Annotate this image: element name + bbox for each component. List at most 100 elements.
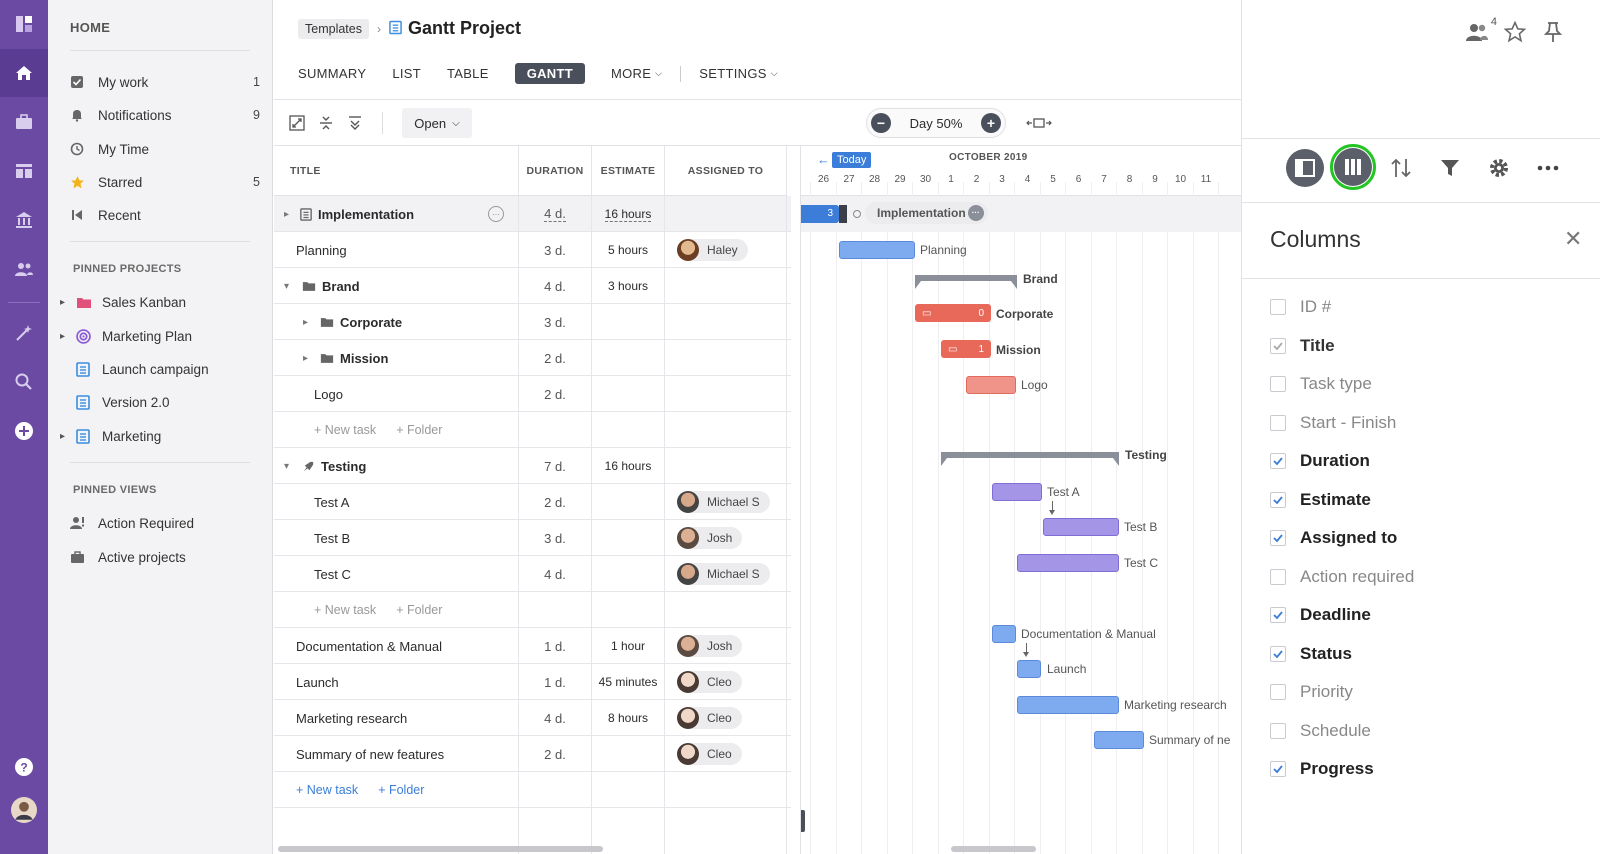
tab-more[interactable]: MORE ⌵ (611, 66, 662, 81)
task-duration[interactable]: 4 d. (519, 700, 592, 736)
task-duration[interactable]: 3 d. (519, 232, 592, 268)
arrow-left-icon[interactable]: ← (817, 152, 830, 167)
new-task-button[interactable]: + New task (296, 783, 358, 797)
sidebar-item-my-time[interactable]: My Time (70, 135, 260, 163)
task-estimate[interactable]: 5 hours (592, 232, 665, 268)
gantt-bar-test-a[interactable] (992, 483, 1042, 501)
chevron-right-icon[interactable]: ▸ (60, 331, 74, 342)
user-avatar[interactable] (0, 786, 48, 834)
table-row[interactable]: Planning 3 d. 5 hours Haley (274, 232, 791, 268)
chevron-right-icon[interactable]: ▸ (303, 353, 308, 364)
table-row[interactable]: Test A 2 d. Michael S (274, 484, 791, 520)
task-title[interactable]: Testing (321, 459, 366, 474)
checkbox-icon[interactable] (1270, 299, 1286, 315)
task-estimate[interactable] (592, 520, 665, 556)
column-option[interactable]: Deadline (1270, 605, 1371, 625)
sidebar-home-heading[interactable]: HOME (70, 20, 110, 35)
add-icon[interactable] (0, 407, 48, 455)
users-icon[interactable] (0, 245, 48, 293)
table-row[interactable]: Summary of new features 2 d. Cleo (274, 736, 791, 772)
gear-icon[interactable] (1479, 148, 1519, 188)
task-estimate[interactable] (592, 556, 665, 592)
sidebar-view-action-required[interactable]: Action Required (70, 509, 260, 537)
chevron-down-icon[interactable]: ▾ (284, 461, 289, 472)
tab-list[interactable]: LIST (392, 66, 421, 81)
assignee-pill[interactable]: Michael S (677, 491, 770, 513)
filter-icon[interactable] (1430, 148, 1470, 188)
checkbox-checked-icon[interactable] (1270, 607, 1286, 623)
horizontal-scrollbar[interactable] (278, 846, 603, 852)
sidebar-project-sales-kanban[interactable]: ▸ Sales Kanban (60, 288, 260, 316)
table-row[interactable]: Test C 4 d. Michael S (274, 556, 791, 592)
task-duration[interactable]: 2 d. (519, 484, 592, 520)
task-estimate[interactable]: 8 hours (592, 700, 665, 736)
star-outline-icon[interactable] (1495, 12, 1535, 52)
link-handle[interactable] (853, 210, 861, 218)
checkbox-icon[interactable] (1270, 684, 1286, 700)
new-folder-button[interactable]: + Folder (396, 423, 442, 437)
column-option[interactable]: ID # (1270, 297, 1331, 317)
sidebar-item-recent[interactable]: Recent (70, 201, 260, 229)
task-duration[interactable]: 7 d. (519, 448, 592, 484)
close-icon[interactable]: ✕ (1564, 226, 1582, 252)
checkbox-icon[interactable] (1270, 414, 1286, 431)
sidebar-item-notifications[interactable]: Notifications 9 (70, 101, 260, 129)
fit-width-icon[interactable] (1026, 114, 1052, 132)
tab-table[interactable]: TABLE (447, 66, 489, 81)
gantt-bar-marketing-research[interactable] (1017, 696, 1119, 714)
today-button[interactable]: Today (832, 152, 872, 168)
followers-icon[interactable]: 4 (1459, 12, 1499, 52)
gantt-bar-summary[interactable] (1094, 731, 1144, 749)
task-title[interactable]: Launch (296, 675, 339, 690)
new-folder-button[interactable]: + Folder (378, 783, 424, 797)
task-title[interactable]: Mission (340, 351, 388, 366)
checkbox-checked-icon[interactable] (1270, 453, 1286, 469)
task-title[interactable]: Implementation (318, 207, 414, 222)
fullscreen-icon[interactable] (288, 114, 306, 132)
column-option[interactable]: Assigned to (1270, 528, 1397, 548)
column-option[interactable]: Task type (1270, 374, 1372, 394)
tab-settings[interactable]: SETTINGS ⌵ (699, 66, 778, 81)
column-option[interactable]: Action required (1270, 567, 1414, 587)
expand-all-icon[interactable] (346, 114, 364, 132)
task-estimate[interactable]: 16 hours (604, 207, 652, 222)
column-option[interactable]: Duration (1270, 451, 1370, 471)
gantt-bar-mission[interactable]: ▭ 1 (941, 340, 991, 358)
task-title[interactable]: Logo (314, 387, 343, 402)
chevron-down-icon[interactable]: ▾ (284, 281, 289, 292)
chevron-right-icon[interactable]: ▸ (60, 431, 74, 442)
more-icon[interactable]: ··· (967, 205, 984, 221)
task-duration[interactable]: 3 d. (519, 304, 592, 340)
checkbox-checked-icon[interactable] (1270, 761, 1286, 777)
column-option[interactable]: Priority (1270, 682, 1353, 702)
logo-icon[interactable] (0, 0, 48, 48)
new-task-button[interactable]: + New task (314, 603, 376, 617)
gantt-bar-logo[interactable] (966, 376, 1016, 394)
task-duration[interactable]: 4 d. (519, 556, 592, 592)
table-row[interactable]: ▾ Brand 4 d. 3 hours (274, 268, 791, 304)
task-title[interactable]: Corporate (340, 315, 402, 330)
sidebar-project-marketing[interactable]: ▸ Marketing (60, 422, 260, 450)
gantt-bar-launch[interactable] (1017, 660, 1041, 678)
sort-icon[interactable] (1381, 148, 1421, 188)
sidebar-project-marketing-plan[interactable]: ▸ Marketing Plan (60, 322, 260, 350)
zoom-in-button[interactable]: + (981, 113, 1001, 133)
task-estimate[interactable]: 45 minutes (592, 664, 665, 700)
table-row[interactable]: ▸ Mission 2 d. (274, 340, 791, 376)
task-title[interactable]: Documentation & Manual (296, 639, 442, 654)
tab-gantt[interactable]: GANTT (514, 63, 585, 84)
gantt-bar-test-b[interactable] (1043, 518, 1119, 536)
task-estimate[interactable] (592, 340, 665, 376)
splitter-handle[interactable] (801, 810, 805, 832)
gantt-bar-test-c[interactable] (1017, 554, 1119, 572)
more-icon[interactable]: ··· (488, 206, 504, 222)
task-duration[interactable]: 4 d. (544, 206, 566, 222)
zoom-out-button[interactable]: − (871, 113, 891, 133)
gantt-summary-testing[interactable] (941, 452, 1119, 458)
checkbox-checked-icon[interactable] (1270, 530, 1286, 546)
column-option[interactable]: Progress (1270, 759, 1374, 779)
task-estimate[interactable]: 3 hours (592, 268, 665, 304)
sidebar-project-launch-campaign[interactable]: Launch campaign (60, 355, 260, 383)
task-estimate[interactable] (592, 484, 665, 520)
column-option[interactable]: Estimate (1270, 490, 1371, 510)
